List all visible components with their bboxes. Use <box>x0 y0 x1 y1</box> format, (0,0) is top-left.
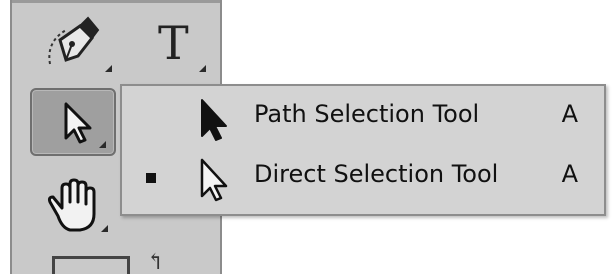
path-selection-tool-button[interactable] <box>30 88 116 156</box>
selection-tools-flyout-menu: Path Selection Tool A Direct Selection T… <box>120 84 606 216</box>
menu-item-label: Direct Selection Tool <box>254 160 499 188</box>
panel-top-border <box>12 0 220 3</box>
current-tool-indicator-icon <box>146 173 156 183</box>
hand-tool-button[interactable] <box>32 172 116 238</box>
submenu-indicator-icon <box>105 65 112 72</box>
menu-item-direct-selection-tool[interactable]: Direct Selection Tool A <box>122 148 604 208</box>
menu-item-label: Path Selection Tool <box>254 100 480 128</box>
hollow-arrow-icon <box>200 158 228 202</box>
swatch-fragment <box>52 256 130 274</box>
filled-arrow-icon <box>201 99 227 141</box>
type-tool-button[interactable]: T <box>130 12 214 78</box>
pen-tool-button[interactable] <box>36 12 120 78</box>
menu-item-shortcut: A <box>561 100 578 128</box>
menu-item-shortcut: A <box>561 160 578 188</box>
type-icon: T <box>158 16 189 70</box>
submenu-indicator-icon <box>101 225 108 232</box>
submenu-indicator-icon <box>99 141 106 148</box>
menu-item-path-selection-tool[interactable]: Path Selection Tool A <box>122 88 604 148</box>
submenu-indicator-icon <box>199 65 206 72</box>
swap-colors-icon: ↰ <box>146 250 165 275</box>
